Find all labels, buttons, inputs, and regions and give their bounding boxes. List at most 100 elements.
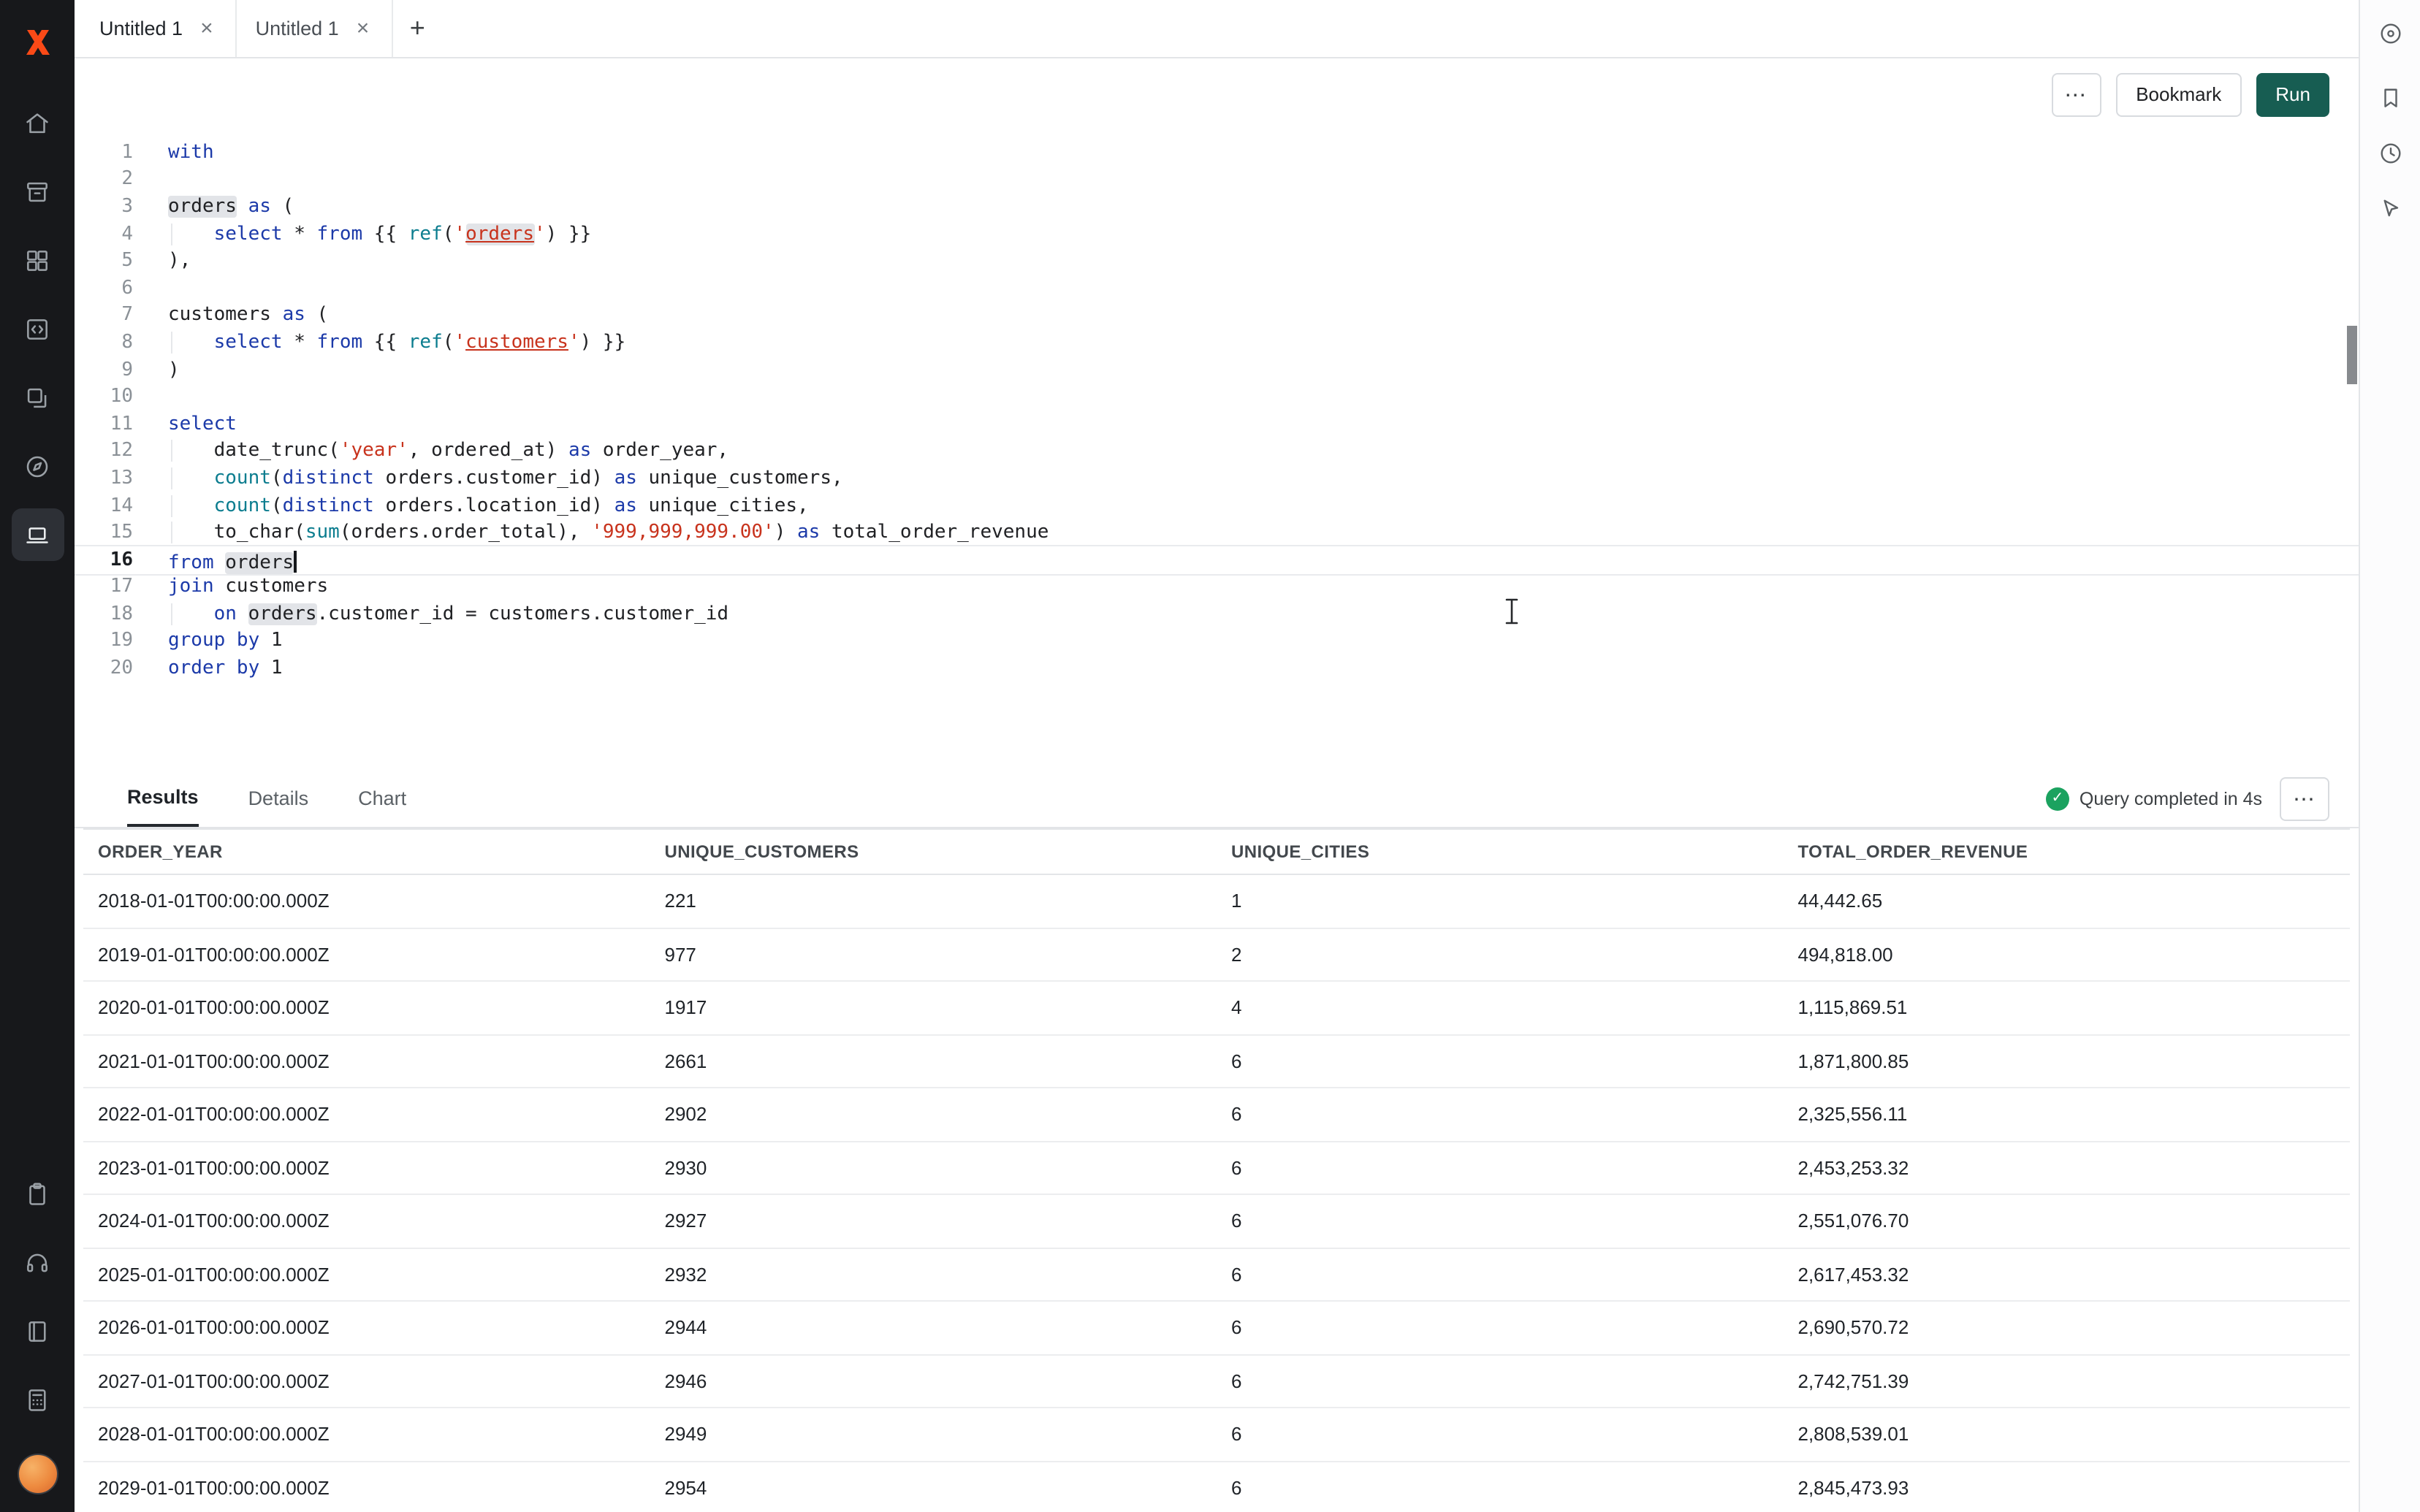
notebook-icon[interactable] — [11, 1305, 64, 1357]
table-row[interactable]: 2019-01-01T00:00:00.000Z9772494,818.00 — [83, 928, 2350, 982]
code-token: date_trunc — [214, 440, 329, 462]
code-line[interactable]: 18 on orders.customer_id = customers.cus… — [75, 600, 2359, 627]
line-number[interactable]: 6 — [75, 278, 156, 299]
more-options-button[interactable]: ⋯ — [2051, 72, 2101, 116]
column-header[interactable]: TOTAL_ORDER_REVENUE — [1784, 841, 2351, 862]
explore-icon[interactable] — [2368, 12, 2412, 56]
results-more-button[interactable]: ⋯ — [2280, 776, 2329, 820]
line-number[interactable]: 8 — [75, 332, 156, 354]
line-number[interactable]: 11 — [75, 413, 156, 435]
tab-details[interactable]: Details — [248, 770, 309, 827]
line-number[interactable]: 3 — [75, 196, 156, 218]
code-line[interactable]: 14 count(distinct orders.location_id) as… — [75, 492, 2359, 519]
app-logo[interactable] — [18, 23, 56, 61]
clipboard-icon[interactable] — [11, 1167, 64, 1220]
code-line[interactable]: 13 count(distinct orders.customer_id) as… — [75, 465, 2359, 492]
code-line[interactable]: 4 select * from {{ ref('orders') }} — [75, 221, 2359, 248]
table-row[interactable]: 2029-01-01T00:00:00.000Z295462,845,473.9… — [83, 1462, 2350, 1512]
code-square-icon[interactable] — [11, 302, 64, 355]
table-row[interactable]: 2027-01-01T00:00:00.000Z294662,742,751.3… — [83, 1355, 2350, 1408]
table-row[interactable]: 2026-01-01T00:00:00.000Z294462,690,570.7… — [83, 1302, 2350, 1355]
code-line[interactable]: 11select — [75, 411, 2359, 438]
code-line[interactable]: 7customers as ( — [75, 302, 2359, 329]
line-number[interactable]: 9 — [75, 359, 156, 381]
new-tab-button[interactable]: + — [392, 0, 442, 57]
code-line[interactable]: 8 select * from {{ ref('customers') }} — [75, 329, 2359, 356]
table-row[interactable]: 2024-01-01T00:00:00.000Z292762,551,076.7… — [83, 1195, 2350, 1248]
windows-icon[interactable] — [11, 371, 64, 424]
code-line[interactable]: 9) — [75, 356, 2359, 383]
headset-icon[interactable] — [11, 1236, 64, 1288]
results-tabbar: Results Details Chart ✓ Query completed … — [75, 770, 2359, 828]
code-token: order by — [168, 657, 259, 679]
code-token: join — [168, 576, 214, 598]
tab-chart[interactable]: Chart — [358, 770, 406, 827]
code-line[interactable]: 10 — [75, 383, 2359, 411]
code-line[interactable]: 6 — [75, 275, 2359, 302]
line-number[interactable]: 5 — [75, 250, 156, 272]
code-line[interactable]: 17join customers — [75, 573, 2359, 600]
table-row[interactable]: 2021-01-01T00:00:00.000Z266161,871,800.8… — [83, 1035, 2350, 1088]
line-number[interactable]: 13 — [75, 467, 156, 489]
pointer-icon[interactable] — [2368, 187, 2412, 231]
code-token: distinct — [283, 467, 374, 489]
line-number[interactable]: 4 — [75, 223, 156, 245]
table-row[interactable]: 2023-01-01T00:00:00.000Z293062,453,253.3… — [83, 1142, 2350, 1195]
code-line[interactable]: 5), — [75, 248, 2359, 275]
table-row[interactable]: 2020-01-01T00:00:00.000Z191741,115,869.5… — [83, 982, 2350, 1035]
line-number[interactable]: 19 — [75, 630, 156, 652]
tab-results[interactable]: Results — [127, 770, 199, 827]
line-number[interactable]: 20 — [75, 657, 156, 679]
tab-close-icon[interactable]: × — [197, 16, 216, 41]
code-line[interactable]: 3orders as ( — [75, 193, 2359, 220]
column-header[interactable]: UNIQUE_CITIES — [1217, 841, 1784, 862]
compass-icon[interactable] — [11, 440, 64, 492]
line-number[interactable]: 14 — [75, 495, 156, 516]
editor-tab-2[interactable]: Untitled 1 × — [237, 0, 393, 57]
grid-icon[interactable] — [11, 234, 64, 286]
archive-icon[interactable] — [11, 165, 64, 218]
tab-label: Untitled 1 — [99, 18, 183, 39]
calculator-icon[interactable] — [11, 1373, 64, 1426]
table-row[interactable]: 2025-01-01T00:00:00.000Z293262,617,453.3… — [83, 1248, 2350, 1302]
line-number[interactable]: 1 — [75, 142, 156, 164]
code-token: as — [614, 495, 637, 516]
table-row[interactable]: 2018-01-01T00:00:00.000Z221144,442.65 — [83, 875, 2350, 928]
table-cell: 2932 — [650, 1264, 1217, 1286]
home-icon[interactable] — [11, 96, 64, 149]
column-header[interactable]: UNIQUE_CUSTOMERS — [650, 841, 1217, 862]
code-line[interactable]: 15 to_char(sum(orders.order_total), '999… — [75, 519, 2359, 546]
laptop-icon[interactable] — [11, 508, 64, 561]
line-number[interactable]: 17 — [75, 576, 156, 598]
line-number[interactable]: 12 — [75, 440, 156, 462]
line-number[interactable]: 16 — [75, 549, 156, 570]
code-line[interactable]: 1with — [75, 139, 2359, 166]
line-number[interactable]: 15 — [75, 522, 156, 543]
column-header[interactable]: ORDER_YEAR — [83, 841, 650, 862]
table-row[interactable]: 2022-01-01T00:00:00.000Z290262,325,556.1… — [83, 1088, 2350, 1142]
history-icon[interactable] — [2368, 131, 2412, 175]
code-line[interactable]: 19group by 1 — [75, 627, 2359, 654]
code-line[interactable]: 12 date_trunc('year', ordered_at) as ord… — [75, 438, 2359, 465]
code-token: ( — [271, 495, 283, 516]
bookmark-button[interactable]: Bookmark — [2115, 72, 2242, 116]
code-line[interactable]: 16from orders — [75, 546, 2359, 573]
code-line[interactable]: 20order by 1 — [75, 655, 2359, 682]
table-cell: 6 — [1217, 1317, 1784, 1339]
table-row[interactable]: 2028-01-01T00:00:00.000Z294962,808,539.0… — [83, 1408, 2350, 1462]
line-number[interactable]: 18 — [75, 603, 156, 625]
code-token: orders — [465, 223, 534, 245]
line-number[interactable]: 10 — [75, 386, 156, 408]
line-number[interactable]: 7 — [75, 305, 156, 327]
sql-editor[interactable]: 1with23orders as (4 select * from {{ ref… — [75, 130, 2359, 770]
run-button[interactable]: Run — [2256, 72, 2329, 116]
editor-scrollbar-thumb[interactable] — [2347, 326, 2357, 384]
editor-tab-1[interactable]: Untitled 1 × — [80, 0, 237, 57]
code-line[interactable]: 2 — [75, 166, 2359, 193]
status-check-icon: ✓ — [2046, 787, 2069, 810]
tab-close-icon[interactable]: × — [354, 16, 373, 41]
user-avatar[interactable] — [17, 1454, 58, 1494]
line-content: orders as ( — [156, 196, 2359, 218]
bookmark-icon[interactable] — [2368, 76, 2412, 120]
line-number[interactable]: 2 — [75, 169, 156, 191]
